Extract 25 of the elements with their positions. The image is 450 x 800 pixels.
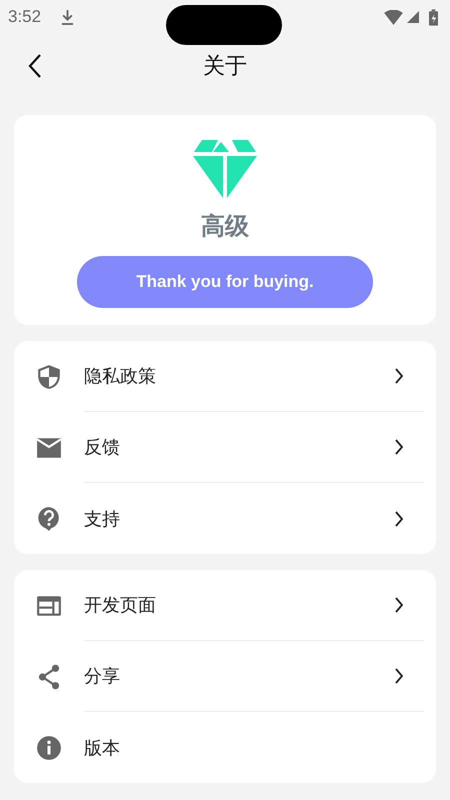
premium-title: 高级 [201, 211, 249, 242]
share-icon [36, 664, 62, 690]
menu-label: 版本 [84, 736, 120, 760]
menu-item[interactable]: 开发页面 [14, 570, 436, 641]
menu-label: 反馈 [84, 436, 120, 459]
back-button[interactable] [28, 53, 42, 79]
wifi-icon [384, 10, 403, 24]
menu-label: 隐私政策 [84, 365, 156, 388]
info-icon [36, 734, 62, 760]
help-icon [36, 506, 62, 532]
signal-icon [407, 11, 419, 23]
menu-label: 分享 [84, 665, 120, 688]
menu-label: 开发页面 [84, 594, 156, 617]
menu-item[interactable]: 反馈 [14, 412, 436, 483]
menu-item[interactable]: 版本 [14, 712, 436, 783]
diamond-icon [193, 140, 257, 198]
shield-icon [36, 364, 62, 390]
status-time: 3:52 [8, 7, 42, 27]
download-icon [61, 10, 74, 24]
battery-icon [429, 8, 438, 26]
page-title: 关于 [202, 53, 248, 81]
menu-item[interactable]: 支持 [14, 483, 436, 554]
menu-item[interactable]: 分享 [14, 641, 436, 712]
menu-item[interactable]: 隐私政策 [14, 341, 436, 412]
menu-label: 支持 [84, 508, 120, 530]
